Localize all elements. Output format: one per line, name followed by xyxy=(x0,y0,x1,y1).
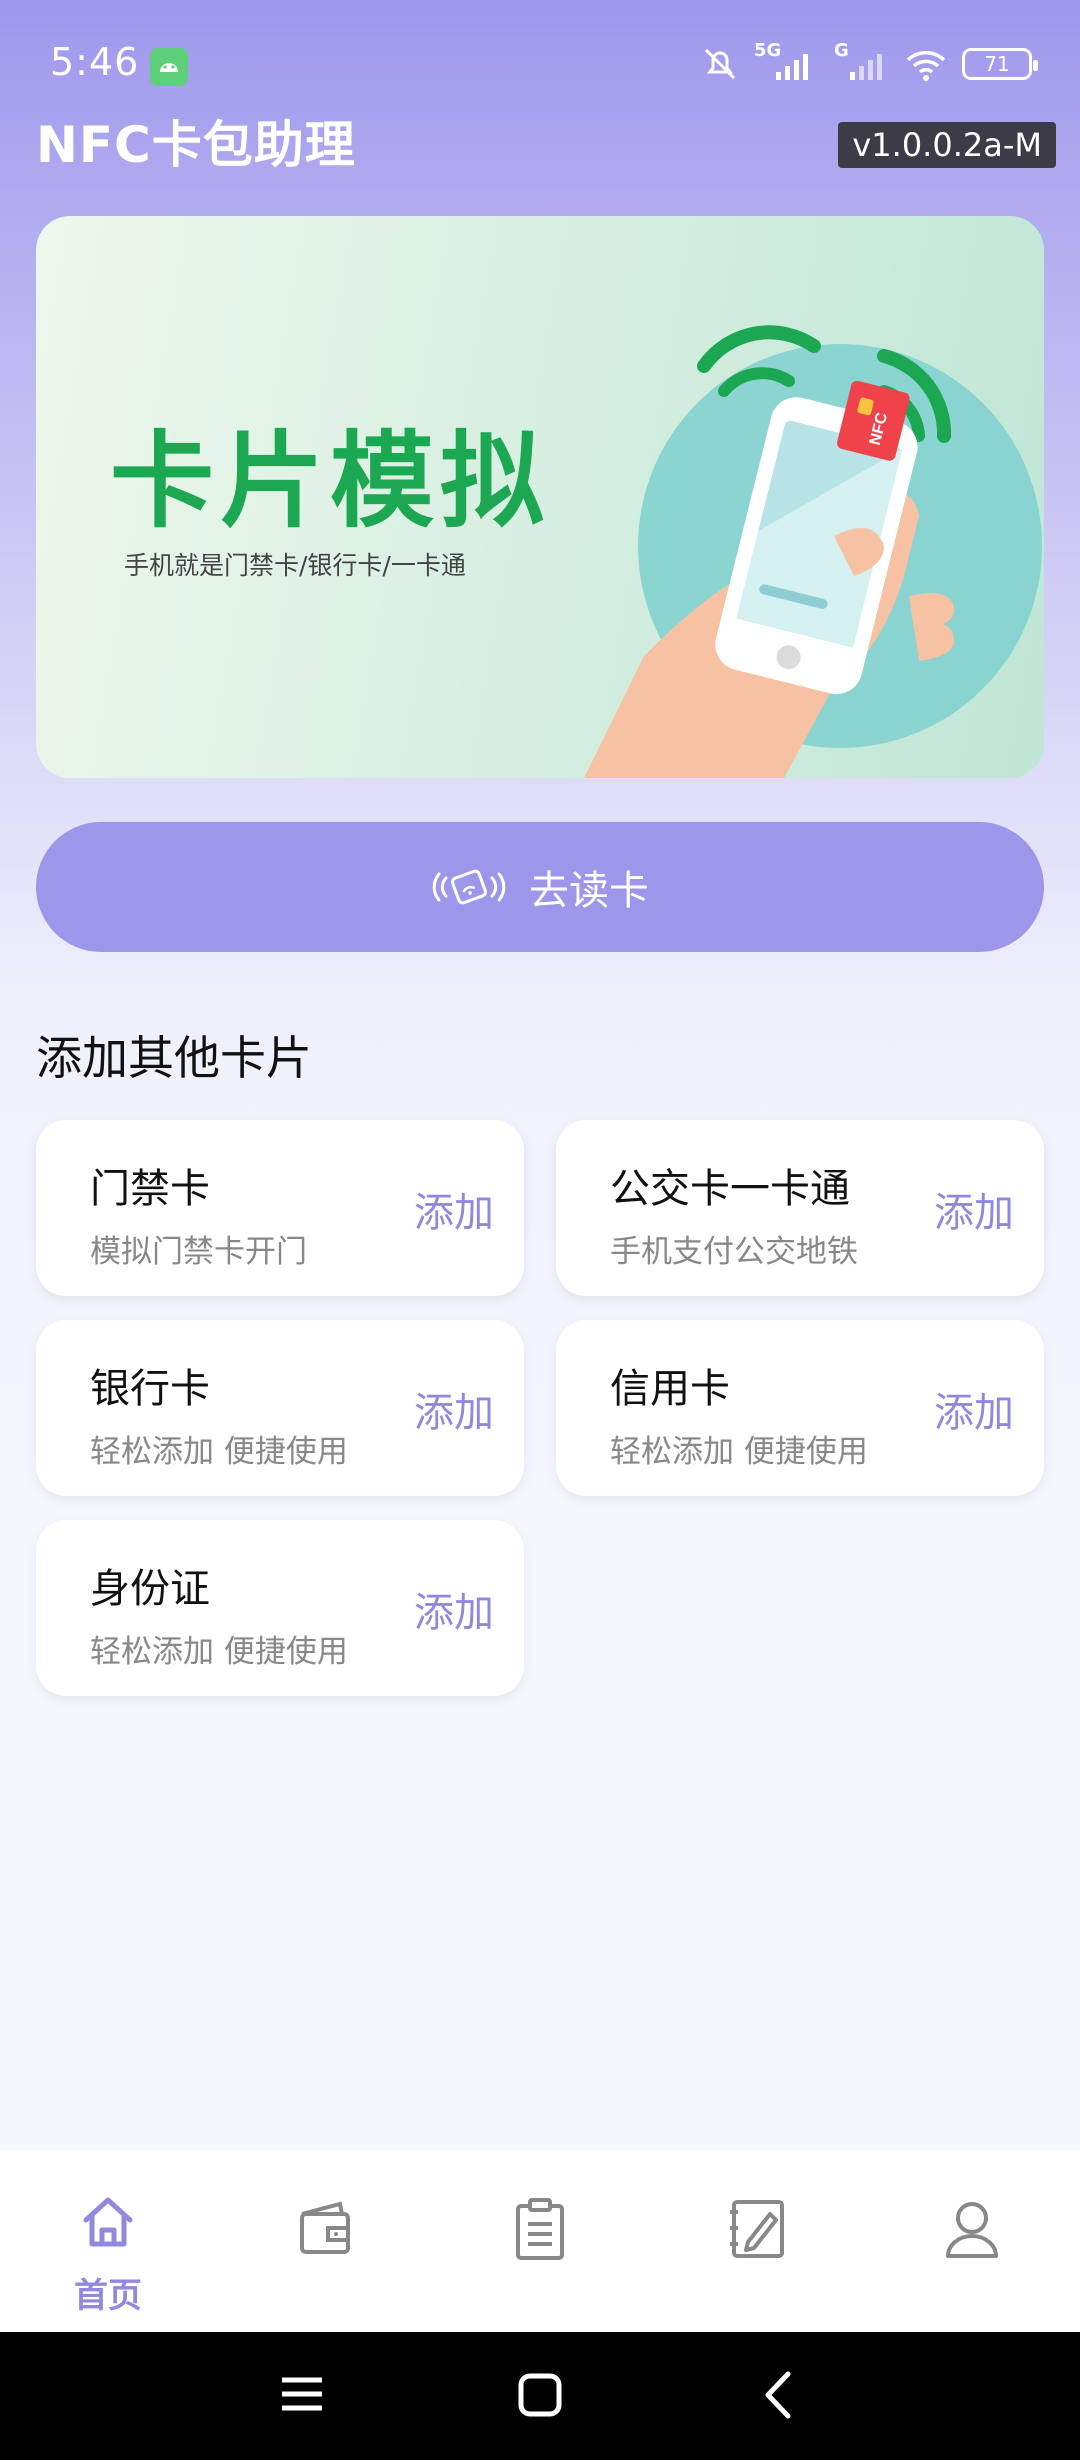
user-icon xyxy=(946,2202,998,2258)
card-name: 公交卡一卡通 xyxy=(610,1166,850,1212)
mute-bell-icon xyxy=(704,48,736,80)
card-desc: 轻松添加 便捷使用 xyxy=(90,1434,348,1470)
nav-item-wallet[interactable] xyxy=(216,2150,432,2332)
nav-item-home[interactable]: 首页 xyxy=(0,2150,216,2332)
card-transit[interactable]: 公交卡一卡通 手机支付公交地铁 添加 xyxy=(556,1120,1044,1296)
status-time: 5:46 xyxy=(50,40,140,84)
nav-item-edit[interactable] xyxy=(648,2150,864,2332)
card-access[interactable]: 门禁卡 模拟门禁卡开门 添加 xyxy=(36,1120,524,1296)
status-bar: 5:46 5G G 71 xyxy=(0,0,1080,110)
nav-item-profile[interactable] xyxy=(864,2150,1080,2332)
phone-nfc-illustration: NFC xyxy=(584,325,1042,778)
clipboard-icon xyxy=(516,2198,564,2260)
card-name: 门禁卡 xyxy=(90,1166,210,1212)
section-title: 添加其他卡片 xyxy=(36,1031,312,1085)
status-icons: 5G G 71 xyxy=(700,40,1038,84)
add-button[interactable]: 添加 xyxy=(414,1580,494,1638)
card-desc: 轻松添加 便捷使用 xyxy=(90,1634,348,1670)
card-id[interactable]: 身份证 轻松添加 便捷使用 添加 xyxy=(36,1520,524,1696)
nfc-card-icon xyxy=(432,869,506,905)
signal-5g-icon: 5G xyxy=(754,40,820,84)
wifi-icon xyxy=(906,51,946,81)
card-desc: 模拟门禁卡开门 xyxy=(90,1234,307,1270)
nav-label-home: 首页 xyxy=(74,2276,142,2316)
card-bank[interactable]: 银行卡 轻松添加 便捷使用 添加 xyxy=(36,1320,524,1496)
menu-icon[interactable] xyxy=(280,2370,324,2420)
home-icon xyxy=(83,2197,133,2247)
card-credit[interactable]: 信用卡 轻松添加 便捷使用 添加 xyxy=(556,1320,1044,1496)
system-nav-bar xyxy=(0,2332,1080,2460)
battery-icon: 71 xyxy=(962,48,1038,80)
read-card-label: 去读卡 xyxy=(529,868,649,914)
add-button[interactable]: 添加 xyxy=(934,1180,1014,1238)
card-name: 信用卡 xyxy=(610,1366,730,1412)
add-button[interactable]: 添加 xyxy=(934,1380,1014,1438)
home-square-icon[interactable] xyxy=(518,2370,562,2420)
wallet-icon xyxy=(300,2201,350,2254)
version-badge: v1.0.0.2a-M xyxy=(838,122,1056,168)
banner-subtitle: 手机就是门禁卡/银行卡/一卡通 xyxy=(124,551,466,580)
banner[interactable]: 卡片模拟 手机就是门禁卡/银行卡/一卡通 NFC xyxy=(36,216,1044,778)
android-icon xyxy=(150,48,188,86)
card-desc: 轻松添加 便捷使用 xyxy=(610,1434,868,1470)
banner-title: 卡片模拟 xyxy=(110,420,551,542)
bottom-nav: 首页 xyxy=(0,2150,1080,2332)
read-card-button[interactable]: 去读卡 xyxy=(36,822,1044,952)
add-button[interactable]: 添加 xyxy=(414,1380,494,1438)
back-icon[interactable] xyxy=(758,2370,802,2420)
signal-g-icon: G xyxy=(834,40,890,84)
add-button[interactable]: 添加 xyxy=(414,1180,494,1238)
edit-icon xyxy=(730,2200,784,2258)
card-name: 银行卡 xyxy=(90,1366,210,1412)
nav-item-clipboard[interactable] xyxy=(432,2150,648,2332)
card-name: 身份证 xyxy=(90,1566,210,1612)
app-title: NFC卡包助理 xyxy=(36,116,356,174)
card-desc: 手机支付公交地铁 xyxy=(610,1234,858,1270)
